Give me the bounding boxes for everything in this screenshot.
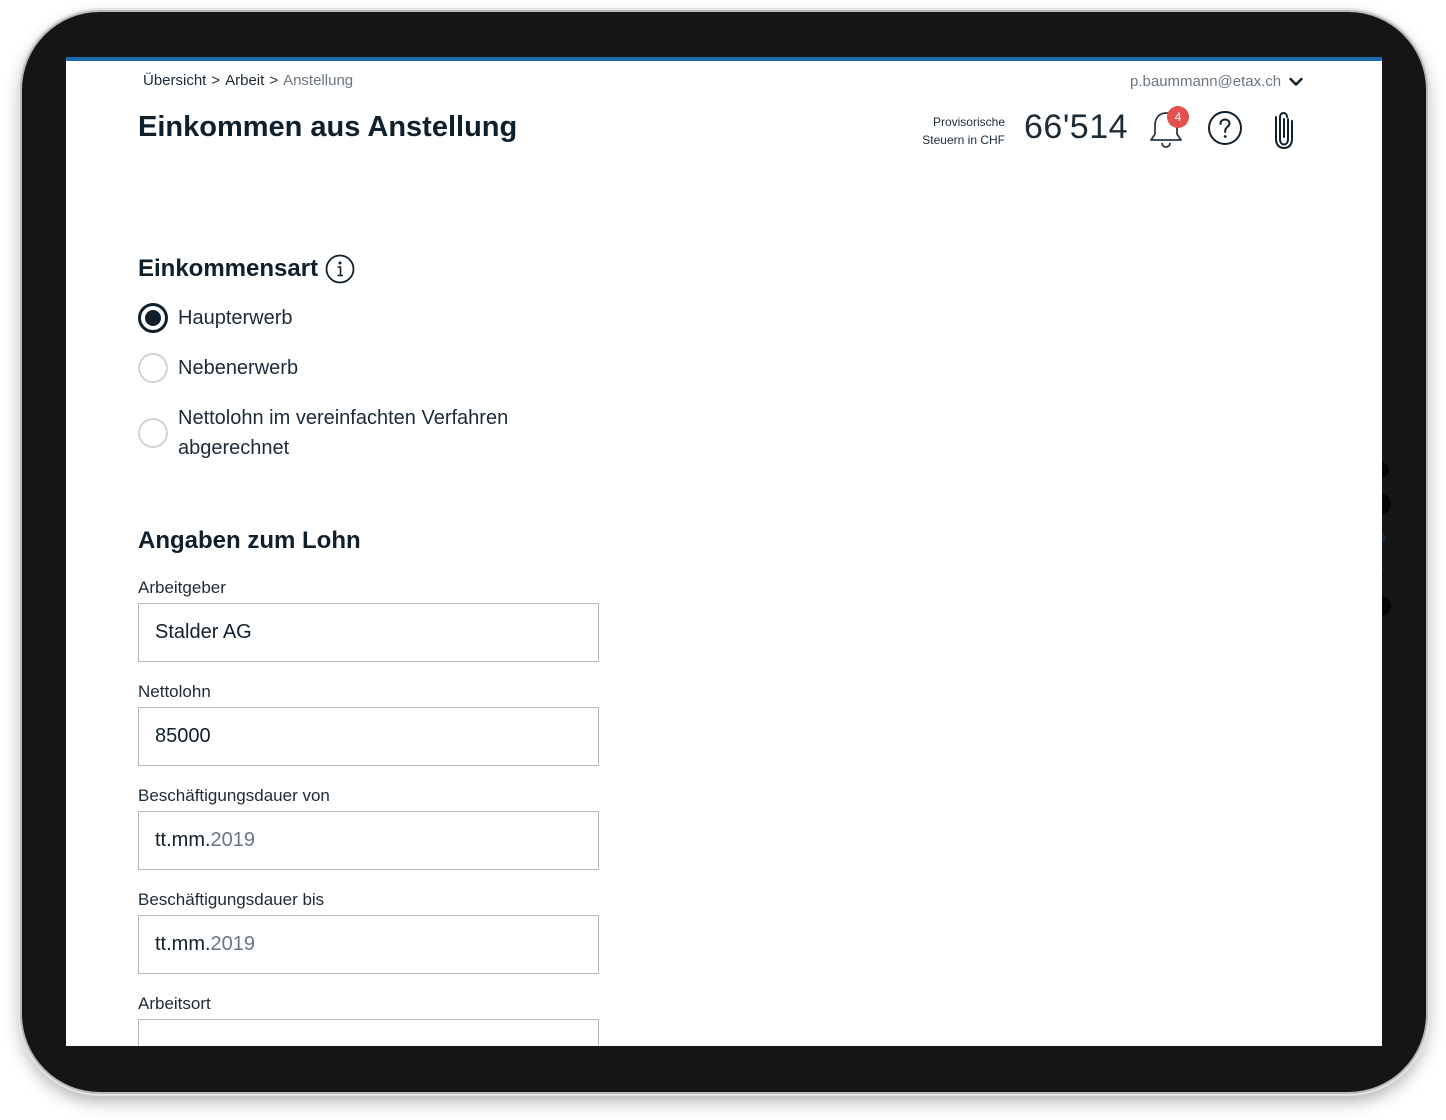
workplace-label: Arbeitsort	[138, 994, 211, 1013]
income-type-title: Einkommensart	[138, 255, 319, 282]
salary-section-title: Angaben zum Lohn	[138, 527, 361, 554]
radio-button-checked[interactable]	[138, 303, 168, 333]
radio-option-nebenerwerb[interactable]: Nebenerwerb	[138, 353, 298, 383]
breadcrumb-separator: >	[269, 72, 279, 89]
user-email: p.baummann@etax.ch	[1130, 73, 1282, 90]
breadcrumb-separator: >	[211, 72, 221, 89]
chevron-down-icon	[1289, 77, 1303, 86]
tax-value: 66'514	[1024, 108, 1129, 146]
notification-badge: 4	[1167, 106, 1189, 128]
employer-input[interactable]: Stalder AG	[138, 603, 599, 662]
app-screen: Übersicht > Arbeit > Anstellung Einkomme…	[66, 57, 1382, 1046]
user-menu[interactable]: p.baummann@etax.ch	[1130, 73, 1303, 90]
employment-to-input[interactable]: tt.mm. 2019	[138, 915, 599, 974]
employer-label: Arbeitgeber	[138, 578, 226, 597]
radio-option-nettolohn[interactable]: Nettolohn im vereinfachten Verfahren abg…	[138, 403, 508, 463]
net-salary-input[interactable]: 85000	[138, 707, 599, 766]
workplace-input[interactable]	[138, 1019, 599, 1046]
breadcrumb-work[interactable]: Arbeit	[225, 72, 264, 89]
net-salary-label: Nettolohn	[138, 682, 211, 701]
breadcrumb-current: Anstellung	[283, 72, 354, 89]
radio-button[interactable]	[138, 353, 168, 383]
help-icon[interactable]	[1207, 110, 1243, 146]
employment-from-label: Beschäftigungsdauer von	[138, 786, 330, 805]
tax-label: Provisorische Steuern in CHF	[922, 115, 1005, 147]
info-icon[interactable]	[325, 254, 355, 284]
paperclip-icon[interactable]	[1271, 109, 1297, 149]
breadcrumb-overview[interactable]: Übersicht	[143, 72, 206, 89]
breadcrumb: Übersicht > Arbeit > Anstellung	[143, 72, 353, 89]
radio-button[interactable]	[138, 418, 168, 448]
employment-from-input[interactable]: tt.mm. 2019	[138, 811, 599, 870]
radio-option-haupterwerb[interactable]: Haupterwerb	[138, 303, 293, 333]
employment-to-label: Beschäftigungsdauer bis	[138, 890, 325, 909]
page-title: Einkommen aus Anstellung	[138, 111, 518, 143]
